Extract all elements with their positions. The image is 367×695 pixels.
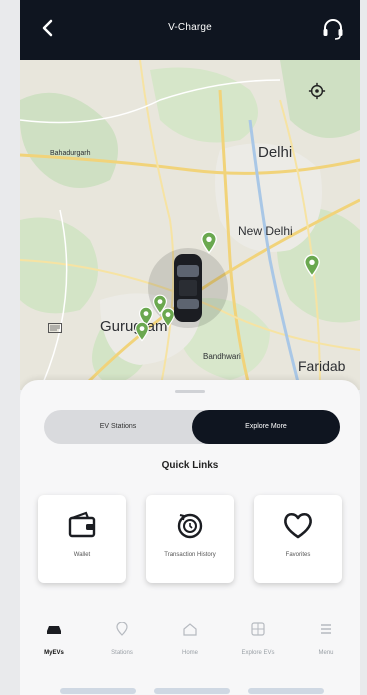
- heart-icon: [284, 512, 312, 539]
- map-label-faridabad: Faridab: [298, 358, 346, 374]
- map-canvas: [20, 60, 360, 390]
- tab-indicator-segment: [248, 688, 324, 694]
- quick-link-label: Wallet: [73, 552, 91, 558]
- tab-myevs[interactable]: MyEVs: [20, 622, 88, 672]
- view-toggle: EV Stations Explore More: [44, 410, 340, 444]
- tab-label: Menu: [318, 650, 334, 656]
- map-label-bandhwari: Bandhwari: [203, 352, 241, 361]
- tab-label: MyEVs: [44, 650, 64, 656]
- page-title: V-Charge: [168, 22, 212, 33]
- quick-link-transaction-history[interactable]: Transaction History: [146, 495, 234, 583]
- map-view[interactable]: Bahadurgarh Delhi New Delhi Gurugram Ban…: [20, 60, 360, 390]
- tab-label: Stations: [111, 650, 133, 656]
- map-attribution-icon: [48, 323, 62, 333]
- map-label-new-delhi: New Delhi: [238, 224, 293, 238]
- tab-menu[interactable]: Menu: [292, 622, 360, 672]
- history-icon: [177, 513, 203, 539]
- home-icon: [183, 623, 197, 636]
- station-marker[interactable]: [303, 253, 321, 277]
- car-topview-icon[interactable]: [173, 252, 203, 324]
- pin-icon: [116, 622, 128, 636]
- tab-label: Explore EVs: [241, 650, 275, 656]
- toggle-ev-stations[interactable]: EV Stations: [44, 410, 192, 444]
- grid-icon: [251, 622, 265, 636]
- quick-links-grid: Wallet Transaction History Favorites: [38, 495, 342, 585]
- tab-explore-evs[interactable]: Explore EVs: [224, 622, 292, 672]
- headset-icon[interactable]: [320, 16, 346, 42]
- map-label-bahadurgarh: Bahadurgarh: [50, 150, 91, 157]
- crosshair-icon[interactable]: [308, 82, 326, 100]
- quick-link-label: Transaction History: [164, 552, 216, 558]
- toggle-explore-more[interactable]: Explore More: [192, 410, 340, 444]
- tab-indicator-segment: [60, 688, 136, 694]
- tab-stations[interactable]: Stations: [88, 622, 156, 672]
- quick-link-wallet[interactable]: Wallet: [38, 495, 126, 583]
- map-label-delhi: Delhi: [258, 144, 293, 161]
- app-screen: V-Charge Bahadurgarh Delhi New Delhi Gur…: [20, 0, 360, 695]
- quick-links-title: Quick Links: [161, 460, 219, 471]
- quick-link-label: Favorites: [285, 552, 311, 558]
- station-marker[interactable]: [200, 230, 218, 254]
- menu-icon: [321, 624, 331, 634]
- bottom-tab-bar: MyEVs Stations Home Explore EVs Menu: [20, 610, 360, 695]
- quick-link-favorites[interactable]: Favorites: [254, 495, 342, 583]
- app-header: V-Charge: [20, 0, 360, 60]
- tab-home[interactable]: Home: [156, 622, 224, 672]
- wallet-icon: [68, 511, 96, 538]
- sheet-grabber[interactable]: [175, 390, 205, 393]
- tab-indicator-segment: [154, 688, 230, 694]
- station-marker[interactable]: [134, 320, 150, 342]
- car-icon: [47, 626, 61, 634]
- tab-label: Home: [181, 650, 198, 656]
